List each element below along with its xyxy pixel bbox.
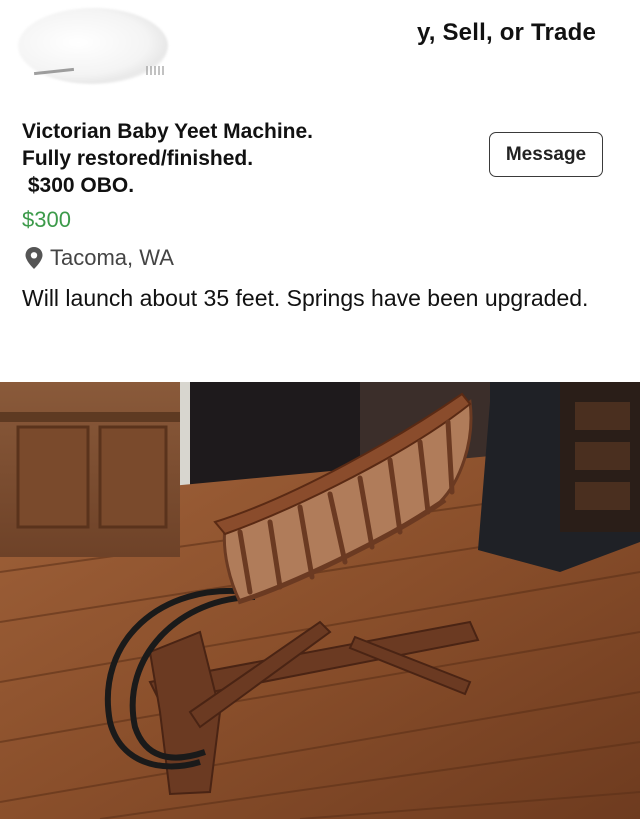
listing-description: Will launch about 35 feet. Springs have … xyxy=(22,285,589,311)
listing-title-line: Fully restored/finished. xyxy=(22,147,254,170)
map-pin-icon xyxy=(25,247,43,269)
post-header: y, Sell, or Trade xyxy=(0,0,640,100)
listing-title-line: Victorian Baby Yeet Machine. xyxy=(22,120,314,143)
listing-title-line: $300 OBO. xyxy=(22,174,135,197)
cradle-photo-illustration xyxy=(0,382,640,819)
listing-location: Tacoma, WA xyxy=(22,245,174,271)
listing-title: Victorian Baby Yeet Machine. Fully resto… xyxy=(22,118,472,199)
message-button[interactable]: Message xyxy=(489,132,603,177)
avatar-smudge-small xyxy=(146,66,164,75)
listing-photo[interactable] xyxy=(0,382,640,819)
listing-price: $300 xyxy=(22,207,71,232)
location-text: Tacoma, WA xyxy=(50,245,174,270)
group-name[interactable]: y, Sell, or Trade xyxy=(417,19,596,47)
